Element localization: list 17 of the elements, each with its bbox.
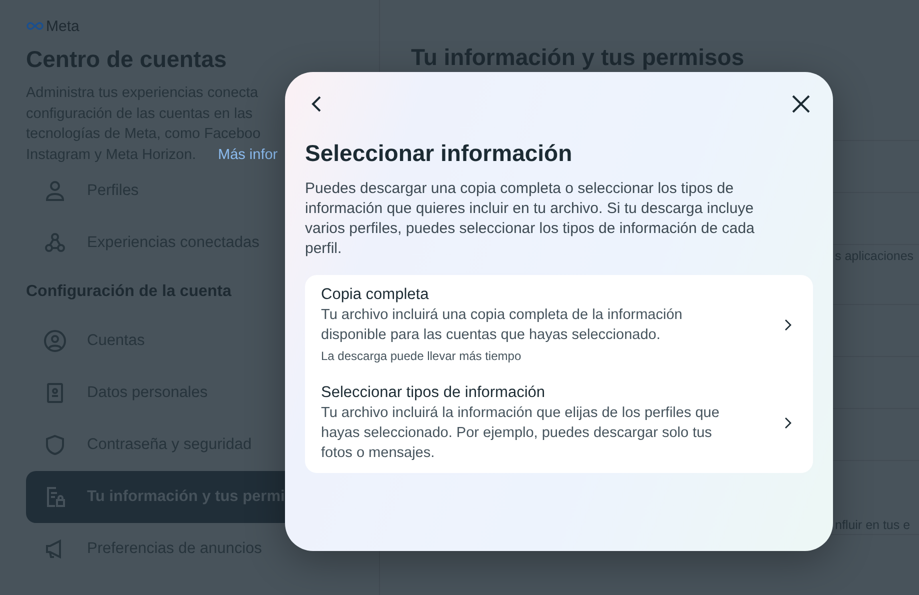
dialog-description: Puedes descargar una copia completa o seleccionar los tipos de información que quieres incluir en tu archivo. Si tu descarga incluye varios perfiles, puedes seleccionar los tipos de información de cada perfil. (305, 179, 756, 259)
option-description: Tu archivo incluirá una copia completa de la información disponible para las cuentas que hayas seleccionado. (321, 306, 684, 345)
option-title: Copia completa (321, 285, 429, 305)
option-description: Tu archivo incluirá la información que elijas de los perfiles que hayas seleccionado. Por ejemplo, puedes descargar solo tus fotos o mensajes. (321, 404, 720, 463)
option-item[interactable]: Seleccionar tipos de información Tu archivo incluirá la información que elijas de los perfiles que hayas seleccionado. Por ejemplo, puedes descargar solo tus fotos o mensajes. (305, 383, 813, 463)
option-item[interactable]: Copia completa Tu archivo incluirá una copia completa de la información disponible para las cuentas que hayas seleccionado. La descarga puede llevar más tiempo (305, 285, 813, 365)
person-icon (43, 179, 67, 203)
option-title: Seleccionar tipos de información (321, 383, 546, 403)
more-info-link[interactable]: Más infor (218, 144, 278, 165)
account-icon (43, 329, 67, 353)
chevron-right-icon (783, 318, 793, 332)
option-note: La descarga puede llevar más tiempo (321, 348, 522, 365)
shield-icon (43, 433, 67, 457)
chevron-right-icon (783, 416, 793, 430)
dialog-title: Seleccionar información (305, 140, 574, 167)
nodes-icon (43, 231, 67, 255)
close-icon (791, 94, 811, 114)
